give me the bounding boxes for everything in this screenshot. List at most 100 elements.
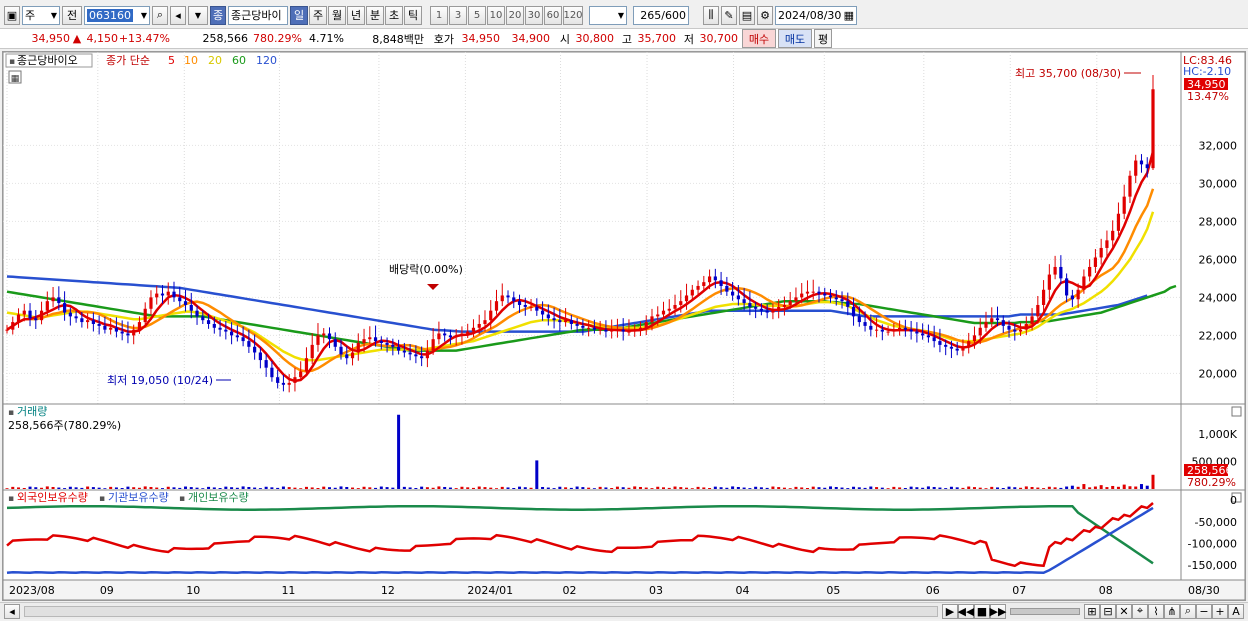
interval-button[interactable]: 20 <box>506 5 524 25</box>
play-icon[interactable]: ▶ <box>942 603 958 619</box>
gear-icon[interactable]: ⚙ <box>757 5 773 25</box>
volume-bar <box>448 487 452 489</box>
volume-bar <box>1128 486 1132 489</box>
candle-body <box>1070 295 1074 300</box>
interval-button[interactable]: 1 <box>430 5 448 25</box>
volume-bar <box>938 487 942 489</box>
date-input[interactable]: 2024/08/30 ▦ <box>775 5 857 25</box>
bid1-value: 34,950 <box>461 32 501 45</box>
candle-body <box>454 335 458 338</box>
candle-body <box>97 323 101 326</box>
candle-body <box>972 335 977 342</box>
speaker-icon[interactable]: ◂ <box>170 5 186 25</box>
stop-icon[interactable]: ■ <box>974 603 990 619</box>
candle-body <box>408 352 412 355</box>
candle-body <box>1018 329 1023 332</box>
zoom-slider[interactable] <box>1010 607 1080 615</box>
search-icon[interactable]: ⌕ <box>152 5 168 25</box>
volume-bar <box>1093 486 1097 489</box>
stock-code-input[interactable]: 063160 ▼ <box>84 5 150 25</box>
interval-button[interactable]: 3 <box>449 5 467 25</box>
range-select[interactable]: ▼ <box>589 5 627 25</box>
volume-pane-close-icon[interactable] <box>1231 406 1242 417</box>
horizontal-scrollbar[interactable] <box>24 605 938 617</box>
volume-bar <box>592 488 596 489</box>
candle-body <box>696 285 700 290</box>
tool-icon[interactable]: ⋔ <box>1164 603 1180 619</box>
volume-bar <box>374 487 378 489</box>
period-tab[interactable]: 일 <box>290 5 308 25</box>
candle-body <box>74 316 78 319</box>
prev-button[interactable]: 전 <box>62 5 82 25</box>
count-field[interactable]: 265/600 <box>633 5 689 25</box>
candle-body <box>782 304 787 307</box>
volume-bar <box>638 486 642 489</box>
volume-bar <box>304 486 308 489</box>
volume-bar <box>909 486 913 489</box>
interval-button[interactable]: 60 <box>544 5 562 25</box>
search-icon[interactable]: ⌕ <box>1180 603 1196 619</box>
volume-bar <box>460 486 464 489</box>
scroll-left-icon[interactable]: ◂ <box>4 603 20 619</box>
period-tab[interactable]: 초 <box>385 5 403 25</box>
stock-chart-svg[interactable]: 20,000 22,000 24,000 26,000 28,000 30,000 32,0… <box>2 51 1246 601</box>
volume-bar <box>258 488 262 489</box>
volume-bar <box>1053 487 1057 489</box>
period-type-select[interactable]: 주 ▼ <box>22 5 60 25</box>
candle-body <box>529 306 533 308</box>
volume-bar <box>230 487 234 489</box>
period-tab[interactable]: 주 <box>309 5 327 25</box>
tool-icon[interactable]: ⊟ <box>1100 603 1116 619</box>
volume-bar <box>160 488 164 489</box>
volume-bar <box>1088 487 1092 489</box>
period-tab[interactable]: 월 <box>328 5 346 25</box>
period-tab[interactable]: 년 <box>347 5 365 25</box>
candle-body <box>281 382 286 385</box>
chart-area[interactable]: 20,000 22,000 24,000 26,000 28,000 30,000 32,0… <box>2 51 1246 601</box>
volume-bar <box>575 486 579 489</box>
sell-button[interactable]: 매도 <box>778 29 812 48</box>
interval-button[interactable]: 120 <box>563 5 583 25</box>
candle-body <box>500 295 504 302</box>
draw-tool-icon[interactable]: ✎ <box>721 5 737 25</box>
tool-icon[interactable]: ⊞ <box>1084 603 1100 619</box>
x-tick-label: 2023/08 <box>9 584 55 597</box>
volume-tick-label: 1,000K <box>1198 428 1237 441</box>
rewind-icon[interactable]: ◀◀ <box>958 603 974 619</box>
x-tick-label: 06 <box>926 584 940 597</box>
candle-body <box>811 291 815 293</box>
interval-button[interactable]: 30 <box>525 5 543 25</box>
tool-icon[interactable]: ⌇ <box>1148 603 1164 619</box>
interval-button[interactable]: 5 <box>468 5 486 25</box>
chevron-down-icon[interactable]: ▼ <box>188 5 208 25</box>
volume-bar <box>149 486 153 489</box>
candle-body <box>218 327 222 330</box>
volume-label: 258,566주(780.29%) <box>8 419 121 432</box>
period-tab[interactable]: 분 <box>366 5 384 25</box>
candle-body <box>109 327 113 330</box>
volume-bar <box>656 486 660 489</box>
save-icon[interactable]: ▤ <box>739 5 755 25</box>
fast-forward-icon[interactable]: ▶▶ <box>990 603 1006 619</box>
period-tab[interactable]: 틱 <box>404 5 422 25</box>
plus-icon[interactable]: + <box>1212 603 1228 619</box>
candle-body <box>880 329 884 332</box>
window-icon[interactable]: ▣ <box>4 5 20 25</box>
tool-icon[interactable]: ⌖ <box>1132 603 1148 619</box>
candle-type-icon[interactable]: ⫼ <box>703 5 719 25</box>
buy-button[interactable]: 매수 <box>742 29 776 48</box>
volume-bar <box>1059 487 1063 489</box>
tool-icon[interactable]: ✕ <box>1116 603 1132 619</box>
volume-bar <box>1076 486 1080 489</box>
interval-button[interactable]: 10 <box>487 5 505 25</box>
volume-bar <box>875 487 879 489</box>
text-tool-icon[interactable]: A <box>1228 603 1244 619</box>
avg-button[interactable]: 평 <box>814 29 832 48</box>
candle-body <box>402 350 406 353</box>
candle-body <box>391 344 395 347</box>
candle-body <box>132 329 136 336</box>
volume-bar <box>955 487 959 489</box>
candle-body <box>800 293 804 298</box>
volume-bar <box>506 487 510 489</box>
minus-icon[interactable]: − <box>1196 603 1212 619</box>
